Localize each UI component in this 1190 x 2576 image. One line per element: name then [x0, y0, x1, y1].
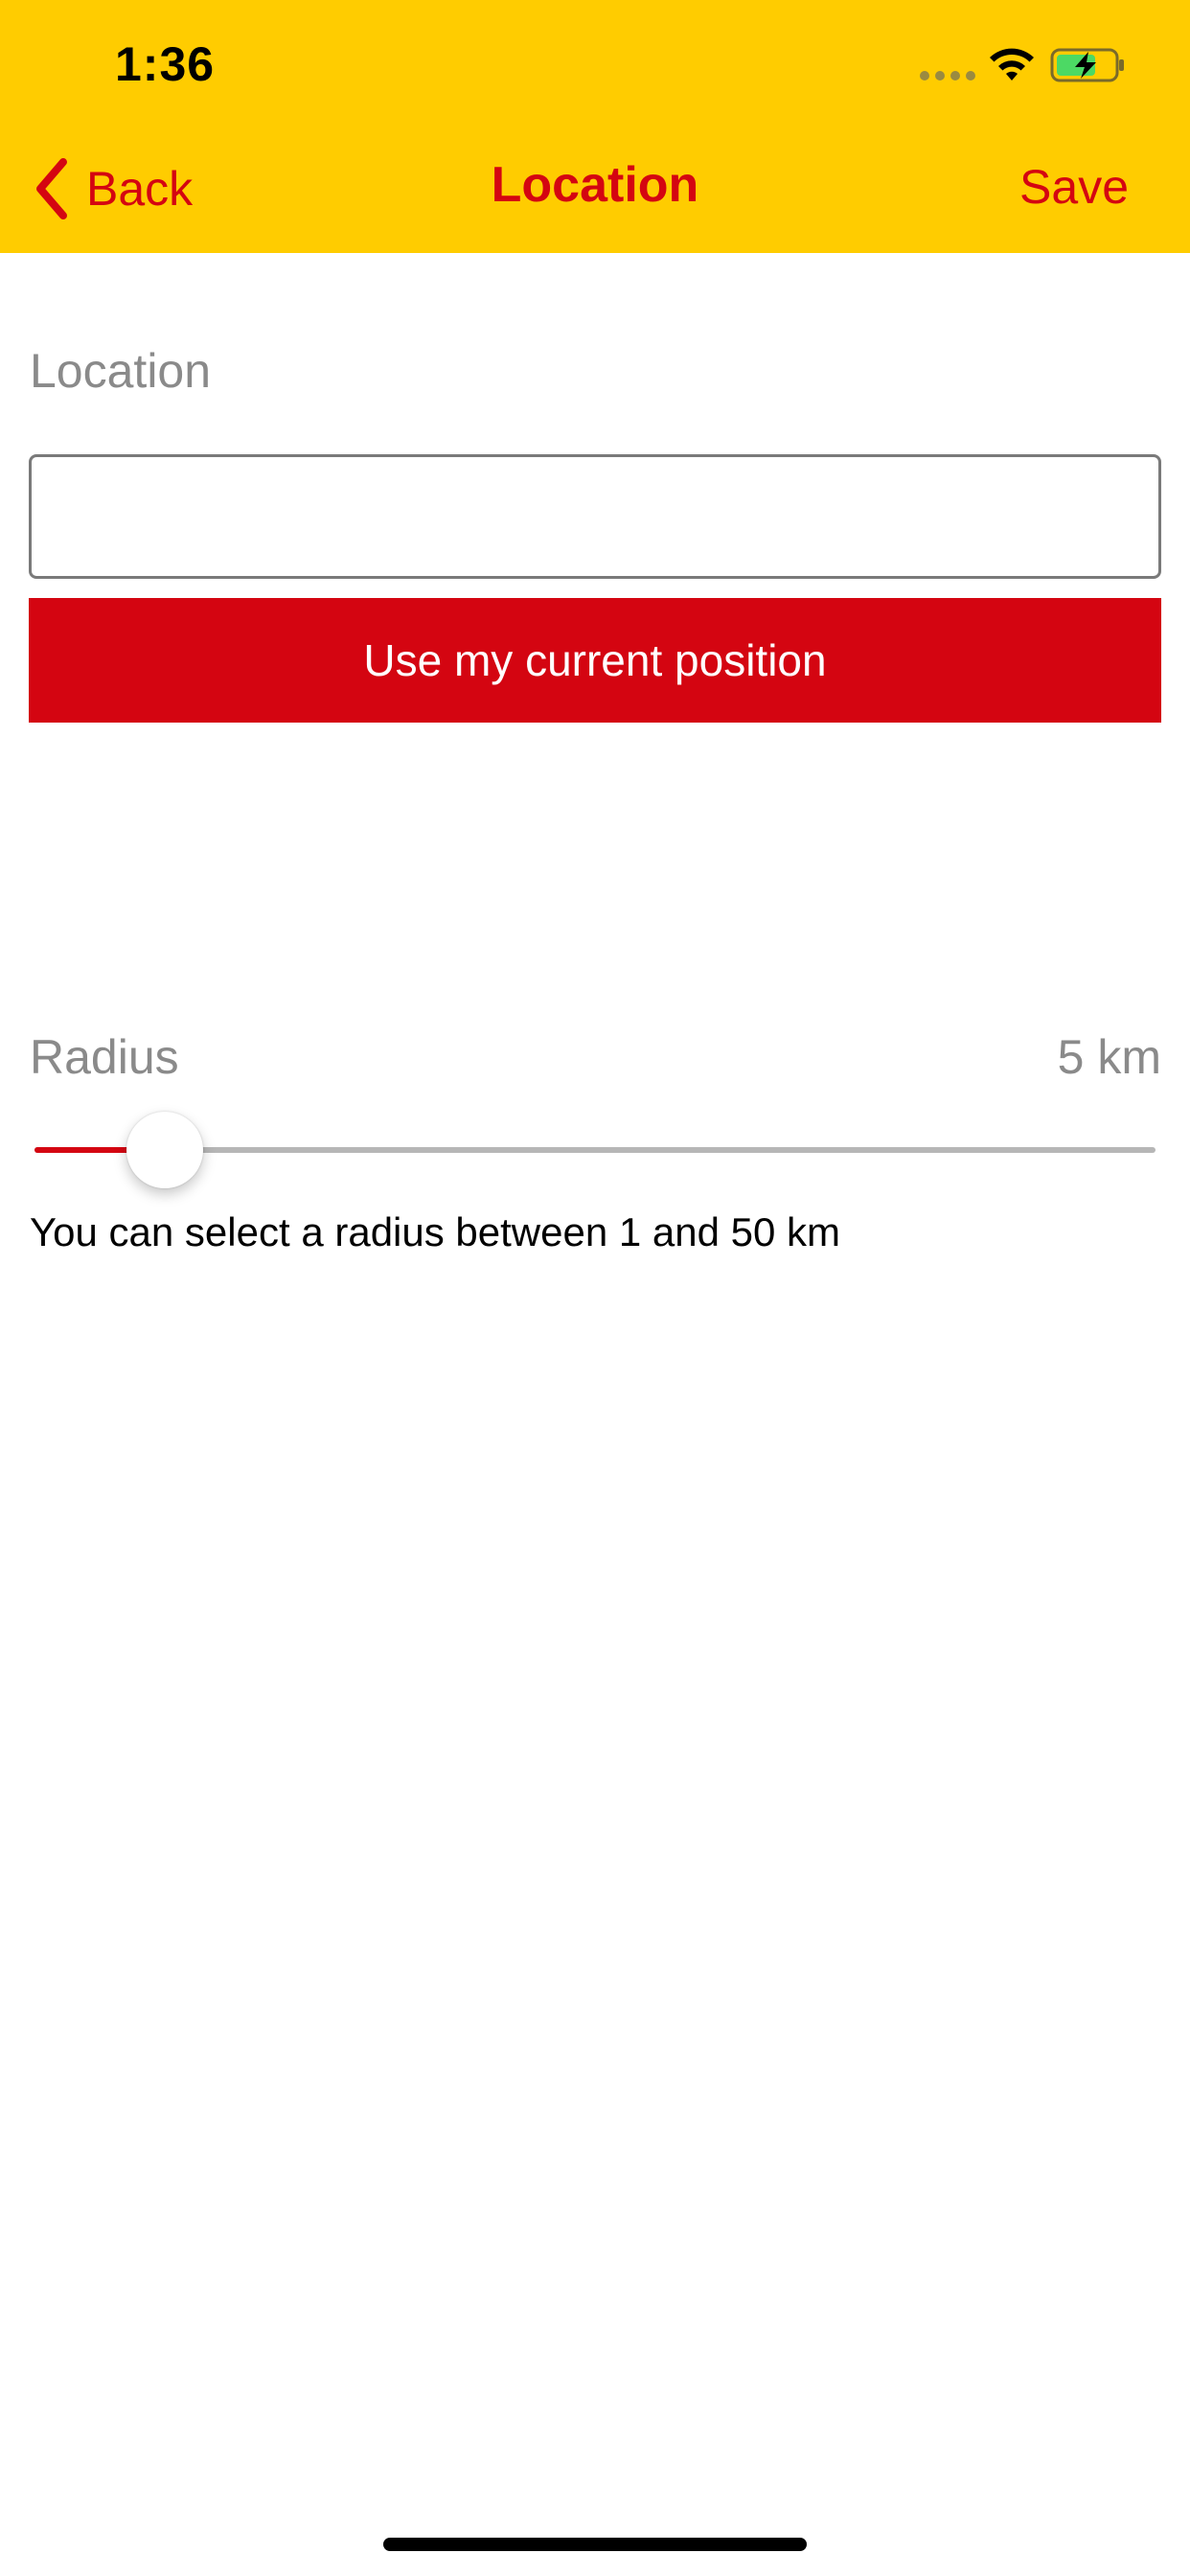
location-input[interactable] — [29, 454, 1161, 579]
radius-label: Radius — [30, 1030, 179, 1084]
slider-track — [34, 1147, 1156, 1153]
page-title: Location — [491, 157, 699, 213]
home-indicator — [383, 2538, 807, 2551]
header-bar: 1:36 Back Location Save — [0, 0, 1190, 253]
location-label: Location — [30, 344, 212, 398]
wifi-icon — [990, 48, 1034, 80]
status-time: 1:36 — [115, 37, 216, 91]
radius-value: 5 km — [1057, 1030, 1161, 1084]
cellular-signal-icon — [920, 71, 975, 80]
save-button[interactable]: Save — [1019, 159, 1129, 215]
battery-charging-icon — [1050, 48, 1124, 82]
radius-slider[interactable] — [34, 1112, 1156, 1188]
slider-thumb[interactable] — [126, 1112, 203, 1188]
use-current-position-button[interactable]: Use my current position — [29, 598, 1161, 723]
radius-help-text: You can select a radius between 1 and 50… — [30, 1209, 841, 1254]
location-screen: 1:36 Back Location Save Location Use my … — [0, 0, 1190, 2576]
